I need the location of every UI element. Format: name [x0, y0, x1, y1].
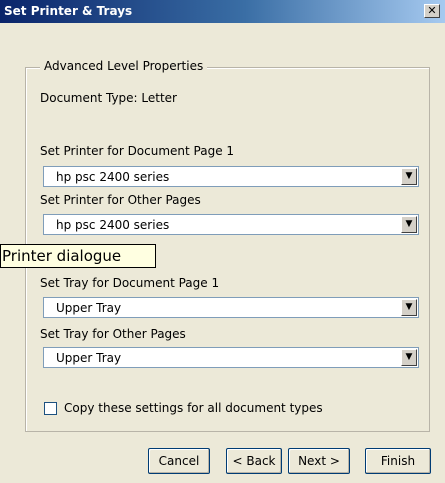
chevron-down-icon[interactable]: ▼: [401, 216, 417, 233]
document-type-label: Document Type: Letter: [40, 91, 177, 105]
close-icon[interactable]: ✕: [424, 4, 440, 18]
back-button[interactable]: < Back: [226, 448, 282, 474]
chevron-down-icon[interactable]: ▼: [401, 349, 417, 366]
chevron-down-icon[interactable]: ▼: [401, 299, 417, 316]
set-printer-trays-dialog: Set Printer & Trays ✕ Advanced Level Pro…: [0, 0, 445, 483]
printer-page1-select[interactable]: hp psc 2400 series ▼: [43, 166, 419, 187]
finish-button[interactable]: Finish: [365, 448, 431, 474]
tray-page1-label: Set Tray for Document Page 1: [40, 276, 220, 290]
copy-settings-checkbox[interactable]: [44, 402, 57, 415]
chevron-down-icon[interactable]: ▼: [401, 168, 417, 185]
printer-page1-value: hp psc 2400 series: [56, 170, 170, 184]
printer-other-label: Set Printer for Other Pages: [40, 193, 201, 207]
next-button[interactable]: Next >: [288, 448, 350, 474]
tray-page1-value: Upper Tray: [56, 301, 122, 315]
tray-other-select[interactable]: Upper Tray ▼: [43, 347, 419, 368]
printer-other-select[interactable]: hp psc 2400 series ▼: [43, 214, 419, 235]
group-legend: Advanced Level Properties: [40, 59, 208, 73]
tray-other-label: Set Tray for Other Pages: [40, 327, 186, 341]
copy-settings-label[interactable]: Copy these settings for all document typ…: [64, 401, 323, 415]
window-title: Set Printer & Trays: [4, 4, 133, 18]
cancel-button[interactable]: Cancel: [148, 448, 210, 474]
tray-other-value: Upper Tray: [56, 351, 122, 365]
title-bar[interactable]: Set Printer & Trays ✕: [0, 0, 445, 23]
tray-page1-select[interactable]: Upper Tray ▼: [43, 297, 419, 318]
printer-page1-label: Set Printer for Document Page 1: [40, 144, 235, 158]
printer-other-value: hp psc 2400 series: [56, 218, 170, 232]
printer-dialogue-tooltip: Printer dialogue: [0, 244, 156, 268]
